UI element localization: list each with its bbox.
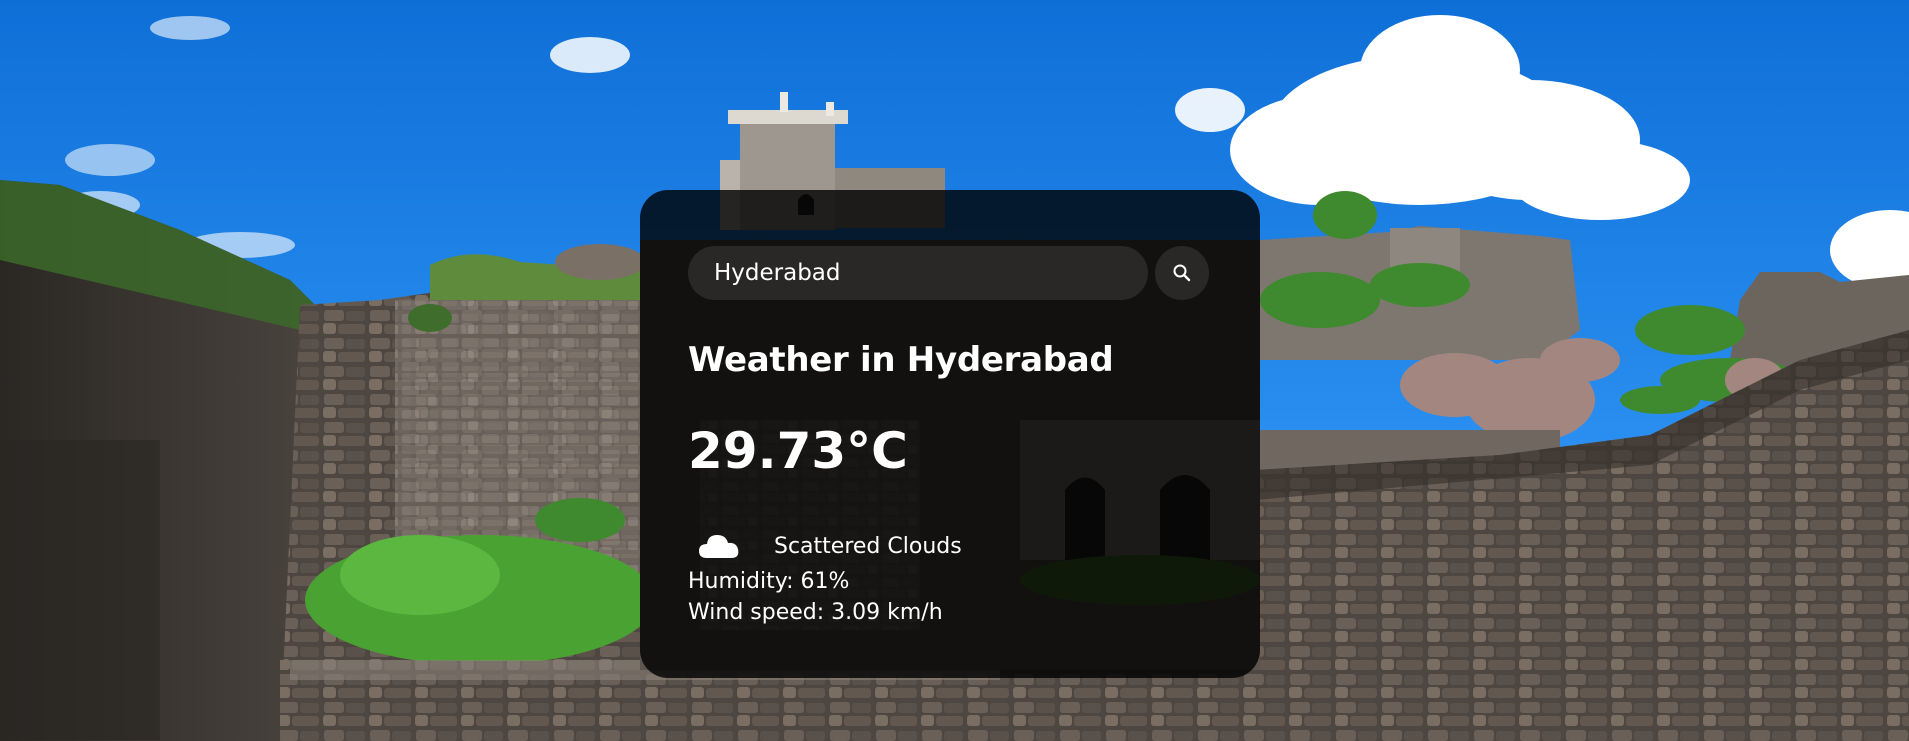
- city-title: Weather in Hyderabad: [688, 340, 1114, 380]
- humidity-text: Humidity: 61%: [688, 569, 850, 594]
- search-icon: [1173, 264, 1191, 282]
- weather-description: Scattered Clouds: [774, 533, 962, 559]
- weather-condition: Scattered Clouds: [696, 518, 962, 574]
- wind-speed-text: Wind speed: 3.09 km/h: [688, 600, 943, 625]
- search-bar: [688, 246, 1213, 300]
- weather-card: Weather in Hyderabad 29.73°C Scattered C…: [640, 190, 1260, 678]
- search-input[interactable]: [688, 246, 1148, 300]
- temperature: 29.73°C: [688, 422, 908, 480]
- search-button[interactable]: [1155, 246, 1209, 300]
- cloud-icon: [699, 535, 739, 558]
